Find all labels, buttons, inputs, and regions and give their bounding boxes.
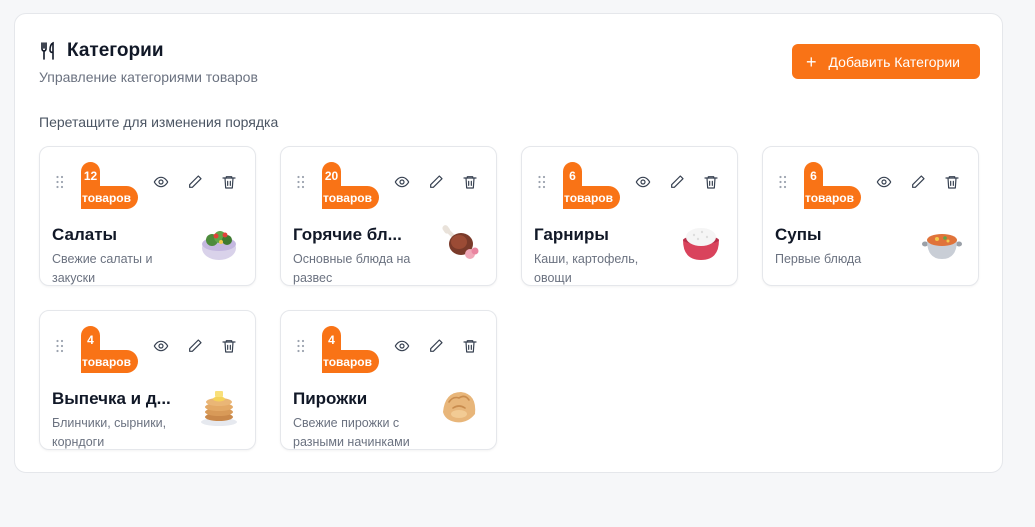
trash-icon: [463, 340, 477, 353]
drag-handle-icon[interactable]: [55, 175, 65, 189]
trash-icon: [704, 176, 718, 189]
toggle-visibility-button[interactable]: [153, 174, 169, 190]
delete-button[interactable]: [944, 174, 960, 190]
category-card[interactable]: 20 товаров Горячие бл... Основные блюда …: [280, 146, 497, 286]
category-card[interactable]: 6 товаров Гарниры Каши, картофель, овощи: [521, 146, 738, 286]
product-count-badge: 4 товаров: [81, 326, 138, 373]
rice-bowl-icon: [680, 222, 722, 264]
eye-icon: [153, 176, 169, 188]
delete-button[interactable]: [703, 174, 719, 190]
product-count-unit: товаров: [81, 186, 138, 209]
product-count-unit: товаров: [322, 186, 379, 209]
edit-button[interactable]: [669, 174, 685, 190]
categories-panel: Категории Управление категориями товаров…: [14, 13, 1003, 473]
category-description: Свежие пирожки с разными начинками: [293, 416, 410, 449]
eye-icon: [153, 340, 169, 352]
meat-drumstick-icon: [439, 222, 481, 264]
reorder-hint: Перетащите для изменения порядка: [39, 114, 279, 130]
category-name: Выпечка и д...: [52, 389, 171, 408]
trash-icon: [463, 176, 477, 189]
pencil-icon: [912, 175, 925, 188]
product-count: 6: [804, 162, 823, 186]
delete-button[interactable]: [221, 338, 237, 354]
fork-knife-icon: [41, 41, 54, 60]
edit-button[interactable]: [428, 174, 444, 190]
page-subtitle: Управление категориями товаров: [39, 69, 258, 85]
trash-icon: [945, 176, 959, 189]
category-name: Гарниры: [534, 225, 609, 244]
category-description: Свежие салаты и закуски: [52, 252, 153, 285]
category-description: Основные блюда на развес: [293, 252, 411, 285]
delete-button[interactable]: [462, 338, 478, 354]
soup-pot-icon: [921, 222, 963, 264]
pencil-icon: [430, 175, 443, 188]
product-count-unit: товаров: [804, 186, 861, 209]
delete-button[interactable]: [221, 174, 237, 190]
product-count: 4: [81, 326, 100, 350]
page-header: Категории: [39, 40, 164, 62]
trash-icon: [222, 176, 236, 189]
category-card[interactable]: 6 товаров Супы Первые блюда: [762, 146, 979, 286]
edit-button[interactable]: [428, 338, 444, 354]
eye-icon: [394, 340, 410, 352]
toggle-visibility-button[interactable]: [876, 174, 892, 190]
pencil-icon: [189, 175, 202, 188]
product-count-badge: 6 товаров: [804, 162, 861, 209]
product-count-unit: товаров: [563, 186, 620, 209]
product-count: 6: [563, 162, 582, 186]
rice-bowl-icon: [683, 228, 719, 260]
eye-icon: [876, 176, 892, 188]
product-count-badge: 12 товаров: [81, 162, 138, 209]
pancakes-icon: [201, 391, 237, 426]
drag-handle-icon[interactable]: [537, 175, 547, 189]
eye-icon: [635, 176, 651, 188]
add-category-button[interactable]: + Добавить Категории: [792, 44, 980, 79]
trash-icon: [222, 340, 236, 353]
drag-handle-icon[interactable]: [55, 339, 65, 353]
toggle-visibility-button[interactable]: [394, 174, 410, 190]
soup-pot-icon: [922, 234, 962, 259]
category-name: Супы: [775, 225, 822, 244]
category-description: Каши, картофель, овощи: [534, 252, 639, 285]
product-count: 20: [322, 162, 341, 186]
product-count-badge: 6 товаров: [563, 162, 620, 209]
add-category-label: Добавить Категории: [828, 53, 960, 70]
salad-bowl-icon: [202, 231, 236, 260]
category-description: Блинчики, сырники, корндоги: [52, 416, 167, 449]
edit-button[interactable]: [187, 174, 203, 190]
pencil-icon: [189, 339, 202, 352]
plus-icon: +: [806, 51, 817, 72]
drag-handle-icon[interactable]: [778, 175, 788, 189]
category-name: Салаты: [52, 225, 118, 244]
product-count: 12: [81, 162, 100, 186]
category-name: Горячие бл...: [293, 225, 402, 244]
category-description: Первые блюда: [775, 252, 862, 266]
salad-bowl-icon: [198, 222, 240, 264]
eye-icon: [394, 176, 410, 188]
product-count-badge: 20 товаров: [322, 162, 379, 209]
delete-button[interactable]: [462, 174, 478, 190]
drag-handle-icon[interactable]: [296, 175, 306, 189]
drag-handle-icon[interactable]: [296, 339, 306, 353]
pancakes-icon: [198, 386, 240, 428]
edit-button[interactable]: [910, 174, 926, 190]
product-count: 4: [322, 326, 341, 350]
pencil-icon: [671, 175, 684, 188]
pencil-icon: [430, 339, 443, 352]
product-count-unit: товаров: [81, 350, 138, 373]
dumpling-icon: [443, 392, 476, 423]
toggle-visibility-button[interactable]: [635, 174, 651, 190]
dumpling-icon: [439, 386, 481, 428]
edit-button[interactable]: [187, 338, 203, 354]
toggle-visibility-button[interactable]: [153, 338, 169, 354]
category-name: Пирожки: [293, 389, 368, 408]
product-count-unit: товаров: [322, 350, 379, 373]
toggle-visibility-button[interactable]: [394, 338, 410, 354]
category-card[interactable]: 4 товаров Выпечка и д... Блинчики, сырни…: [39, 310, 256, 450]
page-title: Категории: [67, 40, 164, 61]
category-card[interactable]: 12 товаров Салаты Свежие салаты и закуск…: [39, 146, 256, 286]
product-count-badge: 4 товаров: [322, 326, 379, 373]
meat-drumstick-icon: [442, 225, 479, 259]
category-card[interactable]: 4 товаров Пирожки Свежие пирожки с разны…: [280, 310, 497, 450]
